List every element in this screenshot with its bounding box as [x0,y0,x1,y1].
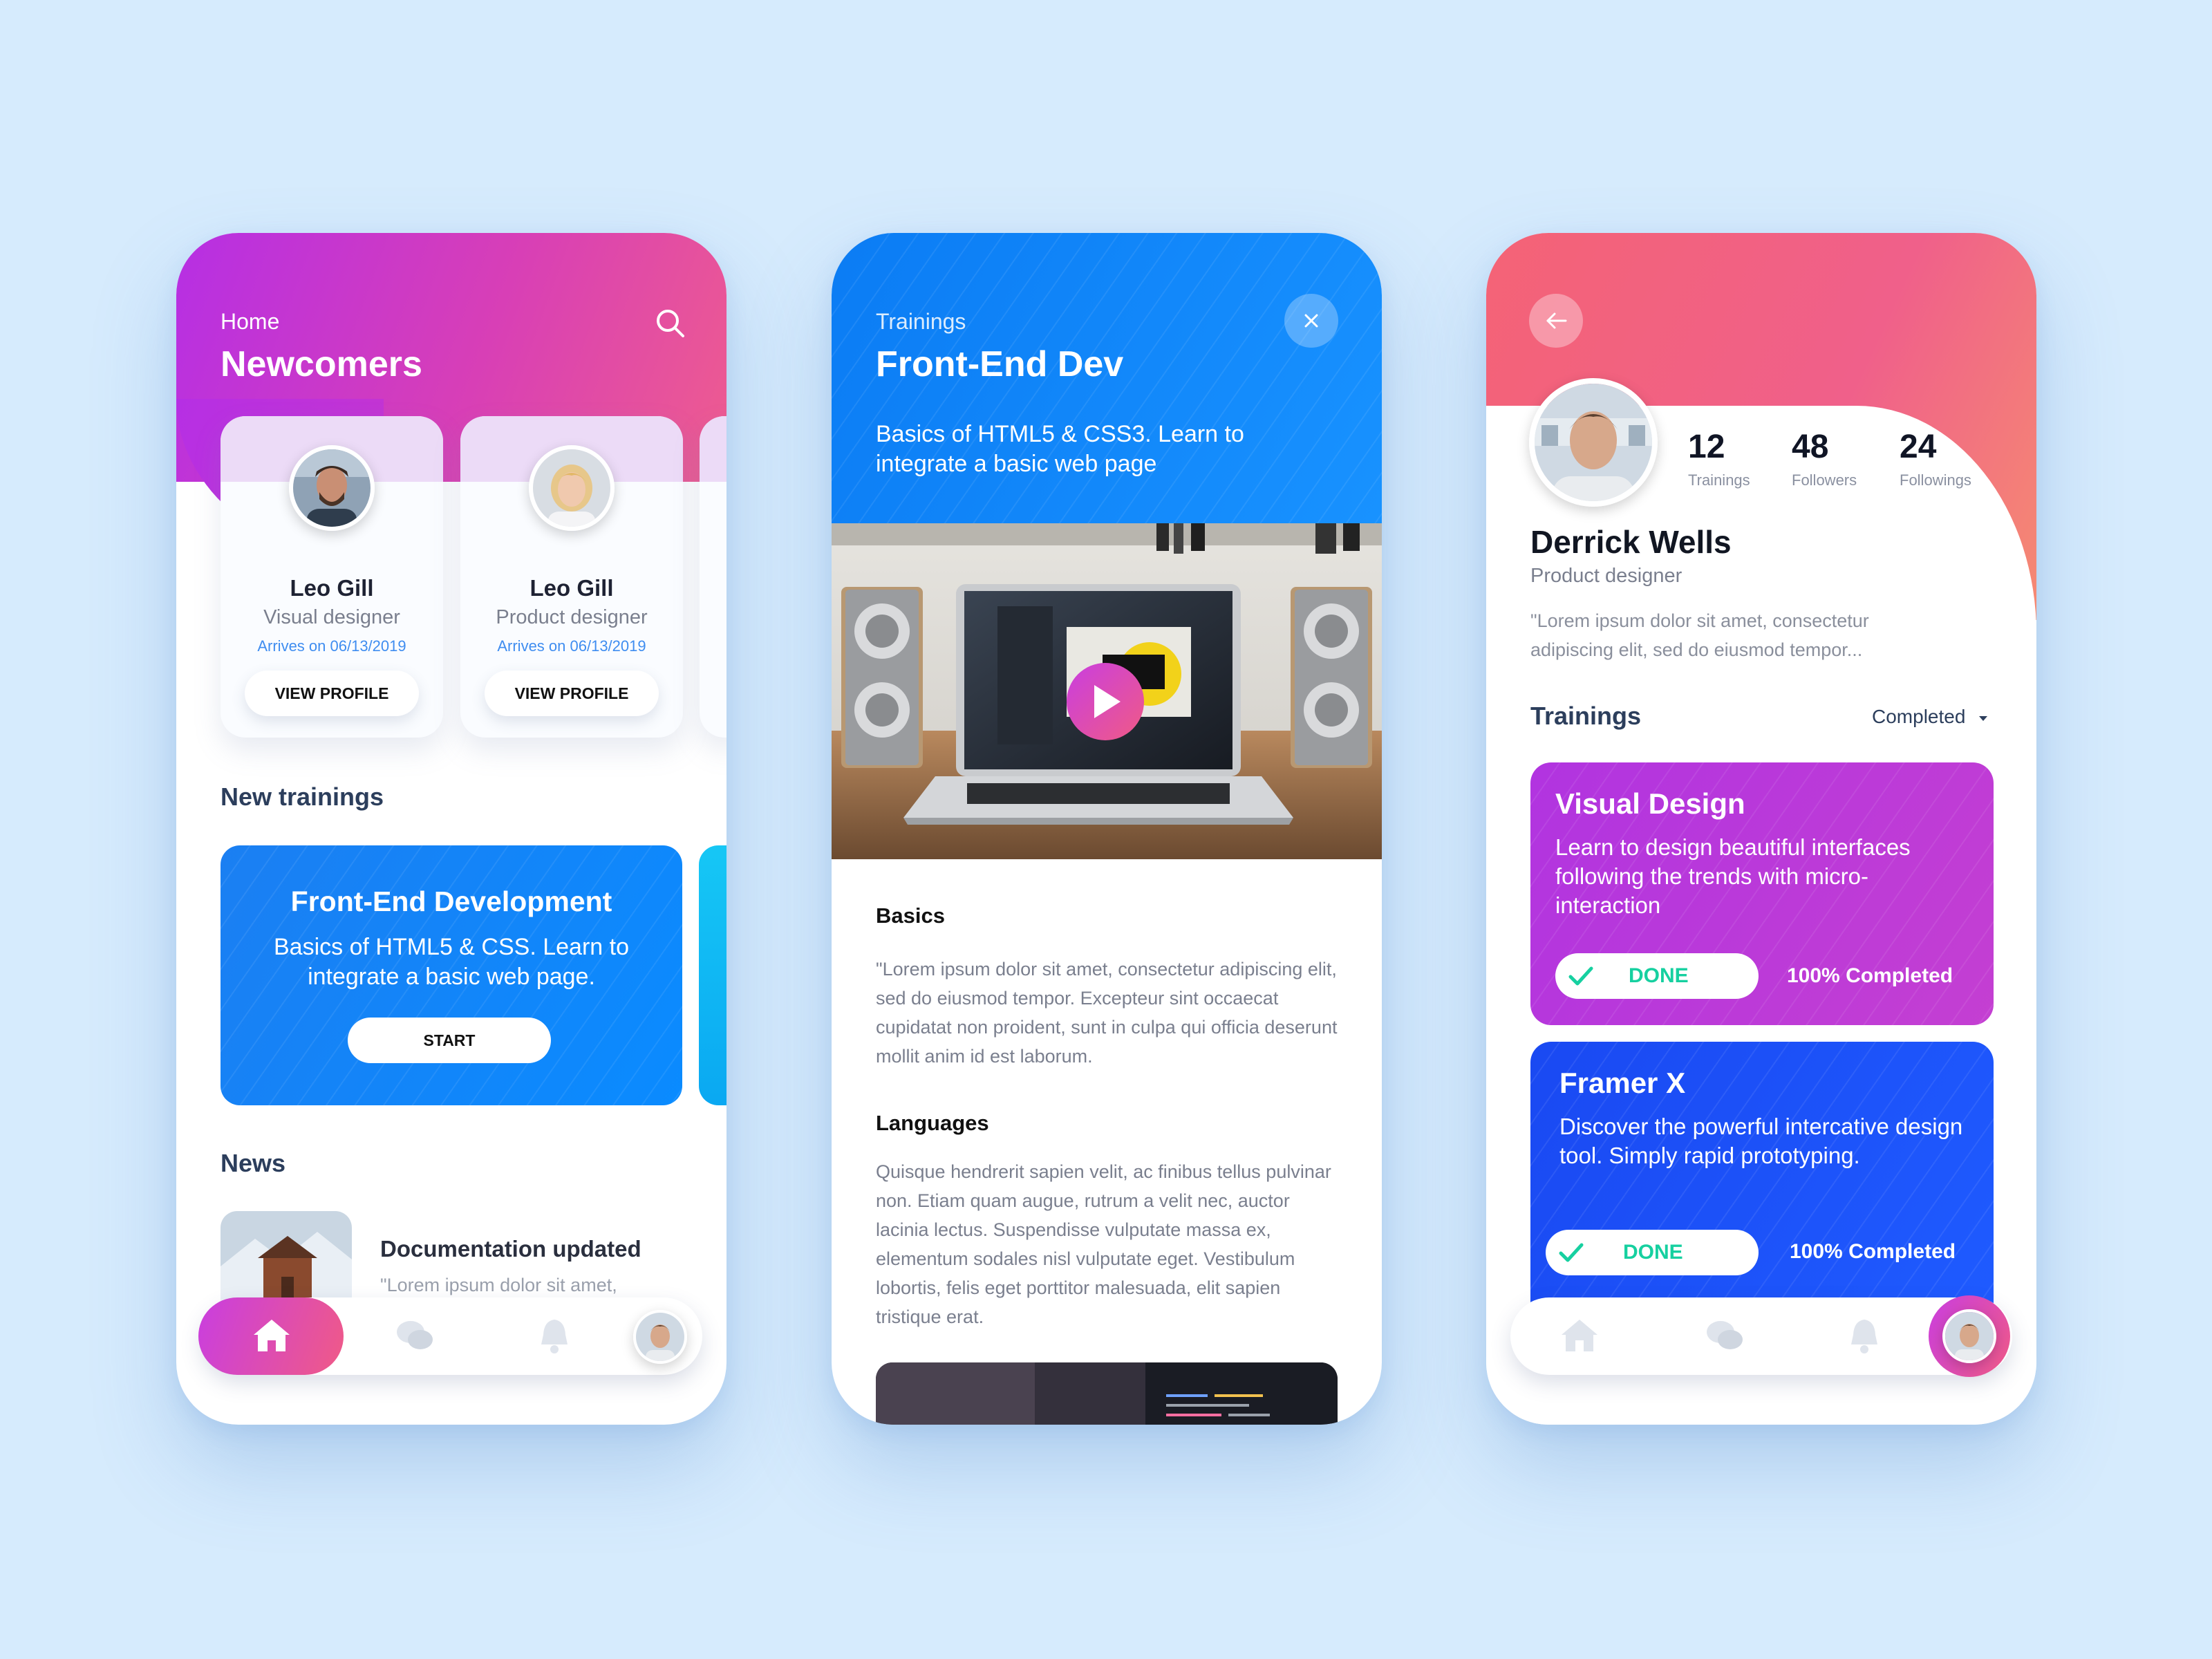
done-label: DONE [1623,1241,1683,1264]
page-title: Newcomers [221,344,422,384]
stat-value: 24 [1900,429,1937,465]
training-title: Framer X [1559,1067,1686,1099]
newcomer-card-peek[interactable] [700,416,727,738]
view-profile-button[interactable]: VIEW PROFILE [485,671,659,716]
breadcrumb: Trainings [876,309,966,334]
training-screen: Trainings Front-End Dev Basics of HTML5 … [832,233,1382,1425]
filter-label: Completed [1872,706,1966,727]
page-title: Front-End Dev [876,344,1124,384]
completion-label: 100% Completed [1787,964,1953,987]
training-video[interactable] [832,523,1382,859]
back-button[interactable] [1529,294,1583,348]
chat-icon[interactable] [395,1318,434,1354]
training-description: Discover the powerful intercative design… [1559,1114,1963,1168]
nav-home-active[interactable] [198,1297,344,1375]
profile-bio: "Lorem ipsum dolor sit amet, consectetur… [1530,610,1869,660]
breadcrumb: Home [221,309,280,334]
bell-icon[interactable] [537,1317,572,1356]
view-profile-button[interactable]: VIEW PROFILE [245,671,419,716]
stat-value: 12 [1688,429,1725,465]
start-button[interactable]: START [348,1018,551,1063]
section-text: "Lorem ipsum dolor sit amet, consectetur… [876,959,1338,1067]
search-icon[interactable] [655,308,686,339]
back-arrow-icon [1546,312,1567,329]
new-trainings-heading: New trainings [221,782,384,811]
section-heading: Basics [876,903,945,928]
check-icon [1559,1243,1584,1262]
profile-avatar [1942,1309,1996,1363]
training-card[interactable]: Front-End Development Basics of HTML5 & … [221,845,682,1105]
profile-name: Derrick Wells [1530,524,1732,560]
newcomer-arrival-date: Arrives on 06/13/2019 [497,637,646,655]
section-heading: Languages [876,1111,989,1135]
training-description: Learn to design beautiful interfaces fol… [1555,834,1911,918]
bell-icon[interactable] [1847,1317,1882,1356]
home-icon [254,1320,290,1351]
training-title: Front-End Development [290,885,612,917]
done-badge: DONE [1555,953,1759,999]
newcomer-role: Product designer [496,606,648,628]
news-title: Documentation updated [380,1236,641,1262]
profile-avatar-active[interactable] [1929,1295,2010,1377]
bottom-nav [198,1297,702,1375]
done-badge: DONE [1546,1230,1759,1275]
check-icon [1568,966,1593,986]
news-excerpt: "Lorem ipsum dolor sit amet, [380,1275,617,1295]
newcomer-role: Visual designer [263,606,400,628]
completion-label: 100% Completed [1790,1240,1956,1263]
avatar [529,445,615,531]
home-icon[interactable] [1560,1317,1599,1354]
section-text: Quisque hendrerit sapien velit, ac finib… [876,1161,1331,1327]
chat-icon[interactable] [1705,1318,1744,1354]
done-label: DONE [1629,964,1689,987]
filter-dropdown[interactable]: Completed [1872,706,1989,728]
close-icon [1304,314,1318,328]
news-heading: News [221,1149,286,1177]
stat-label: Followings [1900,471,1971,489]
training-card-peek[interactable] [699,845,727,1105]
stat-value: 48 [1792,429,1829,465]
trainings-heading: Trainings [1530,702,1642,730]
newcomer-name: Leo Gill [529,575,614,601]
training-description: Basics of HTML5 & CSS. Learn to integrat… [274,934,629,990]
close-button[interactable] [1284,294,1338,348]
newcomer-card: Leo Gill Visual designer Arrives on 06/1… [221,416,443,738]
profile-avatar[interactable] [633,1310,687,1364]
bottom-nav [1510,1295,2012,1377]
newcomer-arrival-date: Arrives on 06/13/2019 [257,637,406,655]
training-card[interactable]: Visual Design Learn to design beautiful … [1530,762,1994,1025]
chevron-down-icon [1979,715,1988,721]
code-thumbnail [876,1362,1338,1425]
profile-role: Product designer [1530,565,1683,587]
training-title: Visual Design [1555,787,1745,820]
newcomer-name: Leo Gill [290,575,374,601]
profile-screen: 12 Trainings 48 Followers 24 Followings … [1486,233,2036,1425]
training-card[interactable]: Framer X Discover the powerful intercati… [1530,1042,1994,1332]
stat-label: Followers [1792,471,1857,489]
avatar [289,445,375,531]
home-screen: Home Newcomers Leo Gill Visual designer … [176,233,727,1425]
training-subtitle: Basics of HTML5 & CSS3. Learn to integra… [876,421,1244,477]
newcomer-card: Leo Gill Product designer Arrives on 06/… [460,416,683,738]
stat-label: Trainings [1688,471,1750,489]
profile-photo [1529,378,1658,507]
